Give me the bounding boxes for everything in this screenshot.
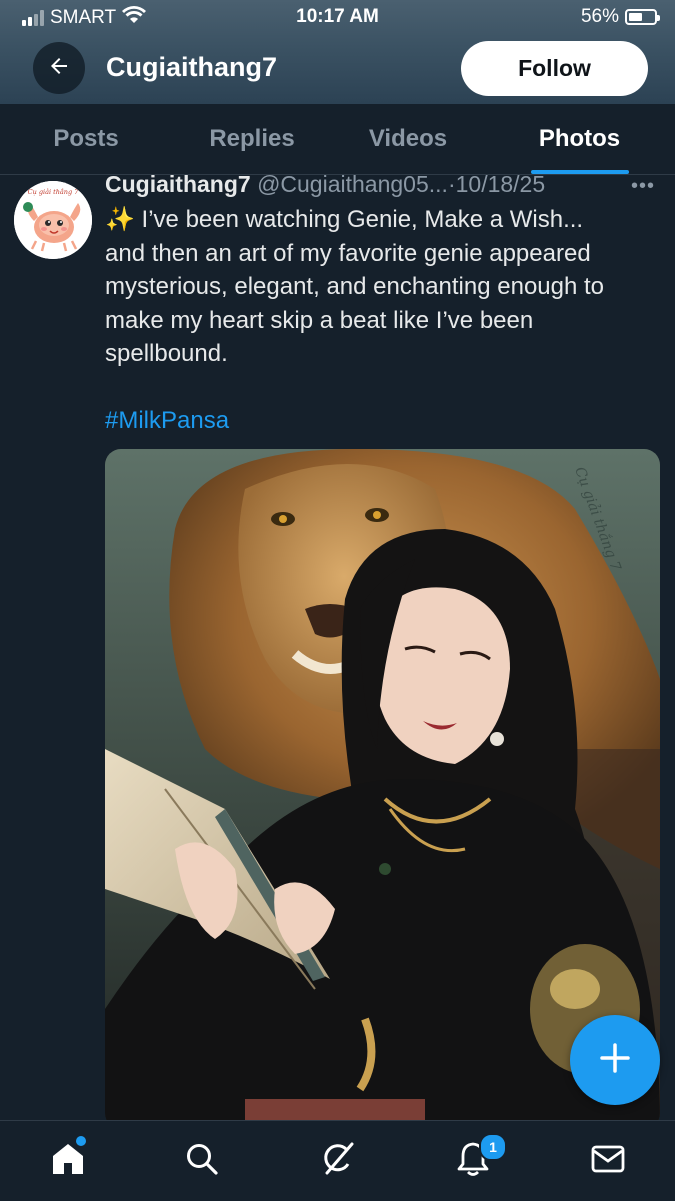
nav-search[interactable] — [180, 1139, 224, 1183]
battery-percent: 56% — [580, 6, 619, 27]
avatar[interactable]: Cụ giải thắng 7 — [14, 181, 92, 259]
profile-name-title: Cugiaithang7 — [106, 52, 278, 82]
home-icon — [50, 1141, 86, 1182]
battery-icon — [625, 9, 660, 25]
search-icon — [185, 1142, 219, 1181]
battery-fill — [629, 13, 643, 21]
nav-messages[interactable] — [586, 1139, 630, 1183]
tweet[interactable]: Cụ giải thắng 7 Cugiaithang7 @Cugiaithan… — [0, 175, 675, 1120]
follow-button[interactable]: Follow — [461, 41, 648, 96]
status-bar: SMART 10:17 AM 56% — [0, 0, 675, 34]
active-tab-indicator — [531, 170, 629, 174]
more-icon[interactable]: ••• — [631, 175, 655, 198]
tweet-handle[interactable]: @Cugiaithang05... — [257, 175, 448, 197]
notification-badge: 1 — [479, 1133, 507, 1161]
plus-icon — [600, 1042, 630, 1078]
tab-videos[interactable]: Videos — [332, 104, 484, 174]
nav-home[interactable] — [46, 1136, 90, 1183]
nav-grok[interactable] — [316, 1139, 360, 1183]
profile-tabs: Posts Replies Videos Photos — [0, 104, 675, 175]
nav-notifications[interactable]: 1 — [451, 1133, 507, 1183]
hashtag-link[interactable]: #MilkPansa — [105, 404, 665, 438]
svg-text:Cụ giải thắng 7: Cụ giải thắng 7 — [28, 187, 80, 196]
meta-separator: · — [447, 175, 456, 197]
arrow-left-icon — [47, 54, 71, 83]
tweet-media-image[interactable]: Cụ giải thắng 7 — [105, 449, 660, 1120]
tab-photos[interactable]: Photos — [484, 104, 675, 174]
tweet-author-name[interactable]: Cugiaithang7 — [105, 175, 251, 197]
tweet-text-line: make my heart skip a beat like I’ve been — [105, 306, 534, 334]
back-button[interactable] — [33, 42, 85, 94]
messages-icon — [591, 1144, 625, 1179]
grok-icon — [319, 1140, 357, 1183]
tweet-header: Cugiaithang7 @Cugiaithang05...·10/18/25 — [105, 175, 545, 198]
tweet-date[interactable]: 10/18/25 — [456, 175, 546, 197]
status-right: 56% — [580, 6, 660, 28]
tab-posts[interactable]: Posts — [0, 104, 172, 174]
tweet-text-line: mysterious, elegant, and enchanting enou… — [105, 273, 605, 300]
tweet-text: ✨ I’ve been watching Genie, Make a Wish.… — [105, 203, 665, 437]
status-time: 10:17 AM — [296, 6, 379, 27]
bottom-navigation: 1 — [0, 1120, 675, 1201]
tweet-text-line: and then an art of my favorite genie app… — [105, 239, 591, 267]
compose-button[interactable] — [570, 1015, 660, 1105]
tweet-text-line: spellbound. — [105, 340, 228, 367]
tab-replies[interactable]: Replies — [172, 104, 332, 174]
tweet-text-line: ✨ I’ve been watching Genie, Make a Wish.… — [105, 206, 584, 233]
home-unread-dot — [76, 1136, 86, 1146]
